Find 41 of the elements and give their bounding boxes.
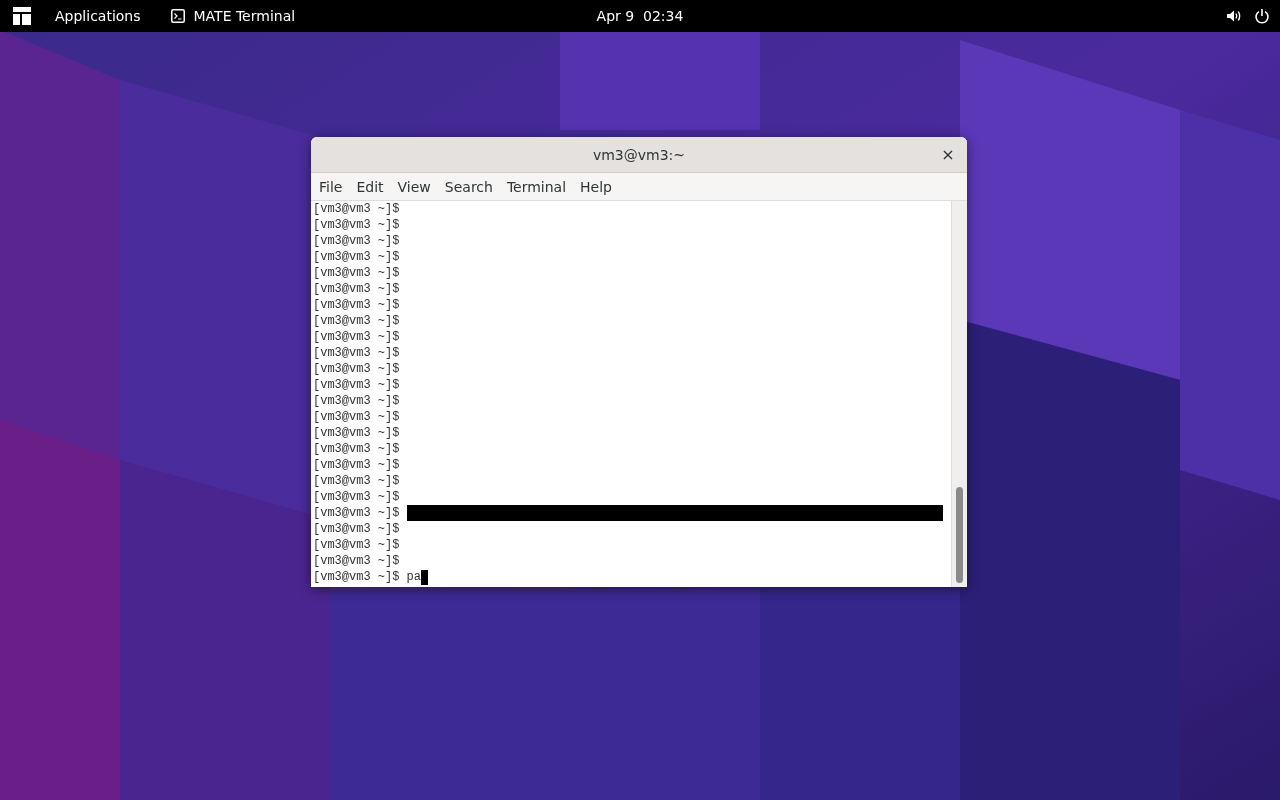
clock[interactable]: Apr 9 02:34	[580, 8, 700, 24]
terminal-line: [vm3@vm3 ~]$	[313, 474, 400, 488]
terminal-line: [vm3@vm3 ~]$	[313, 490, 400, 504]
volume-icon[interactable]	[1226, 8, 1242, 24]
terminal-line: [vm3@vm3 ~]$	[313, 346, 400, 360]
taskbar-app-button[interactable]: MATE Terminal	[170, 8, 296, 24]
terminal-line: [vm3@vm3 ~]$	[313, 298, 400, 312]
terminal-line: [vm3@vm3 ~]$	[313, 522, 400, 536]
terminal-line: [vm3@vm3 ~]$ pa	[313, 570, 422, 584]
menu-item[interactable]: Search	[437, 178, 500, 195]
terminal-line: [vm3@vm3 ~]$	[313, 394, 400, 408]
terminal-line: [vm3@vm3 ~]$	[313, 330, 400, 344]
terminal-line: [vm3@vm3 ~]$	[313, 378, 400, 392]
menu-item[interactable]: Help	[573, 178, 619, 195]
scrollbar-thumb[interactable]	[956, 487, 963, 583]
applications-grid-icon[interactable]	[13, 7, 31, 25]
terminal-line: [vm3@vm3 ~]$	[313, 554, 400, 568]
menu-item[interactable]: Terminal	[499, 178, 574, 195]
terminal-line: [vm3@vm3 ~]$	[313, 458, 400, 472]
terminal-line: [vm3@vm3 ~]$	[313, 218, 400, 232]
close-button[interactable]: ×	[939, 146, 957, 164]
terminal-line: [vm3@vm3 ~]$	[313, 250, 400, 264]
window-title: vm3@vm3:~	[592, 146, 686, 163]
terminal-line: [vm3@vm3 ~]$	[313, 362, 400, 376]
scrollbar[interactable]	[951, 201, 967, 587]
menu-item[interactable]: Edit	[349, 178, 391, 195]
applications-menu[interactable]: Applications	[55, 8, 141, 24]
menu-item[interactable]: View	[390, 178, 438, 195]
menu-item[interactable]: File	[312, 178, 350, 195]
terminal-line: [vm3@vm3 ~]$	[313, 282, 400, 296]
terminal-line: [vm3@vm3 ~]$	[313, 410, 400, 424]
terminal-line: [vm3@vm3 ~]$	[313, 442, 400, 456]
terminal-line: [vm3@vm3 ~]$	[313, 266, 400, 280]
terminal-line: [vm3@vm3 ~]$	[313, 314, 400, 328]
terminal-line: [vm3@vm3 ~]$	[313, 202, 400, 216]
terminal-icon	[170, 9, 185, 23]
terminal-line: [vm3@vm3 ~]$	[313, 506, 400, 520]
terminal-line: [vm3@vm3 ~]$	[313, 538, 400, 552]
power-icon[interactable]	[1254, 8, 1270, 24]
terminal-line: [vm3@vm3 ~]$	[313, 426, 400, 440]
terminal-line: [vm3@vm3 ~]$	[313, 234, 400, 248]
